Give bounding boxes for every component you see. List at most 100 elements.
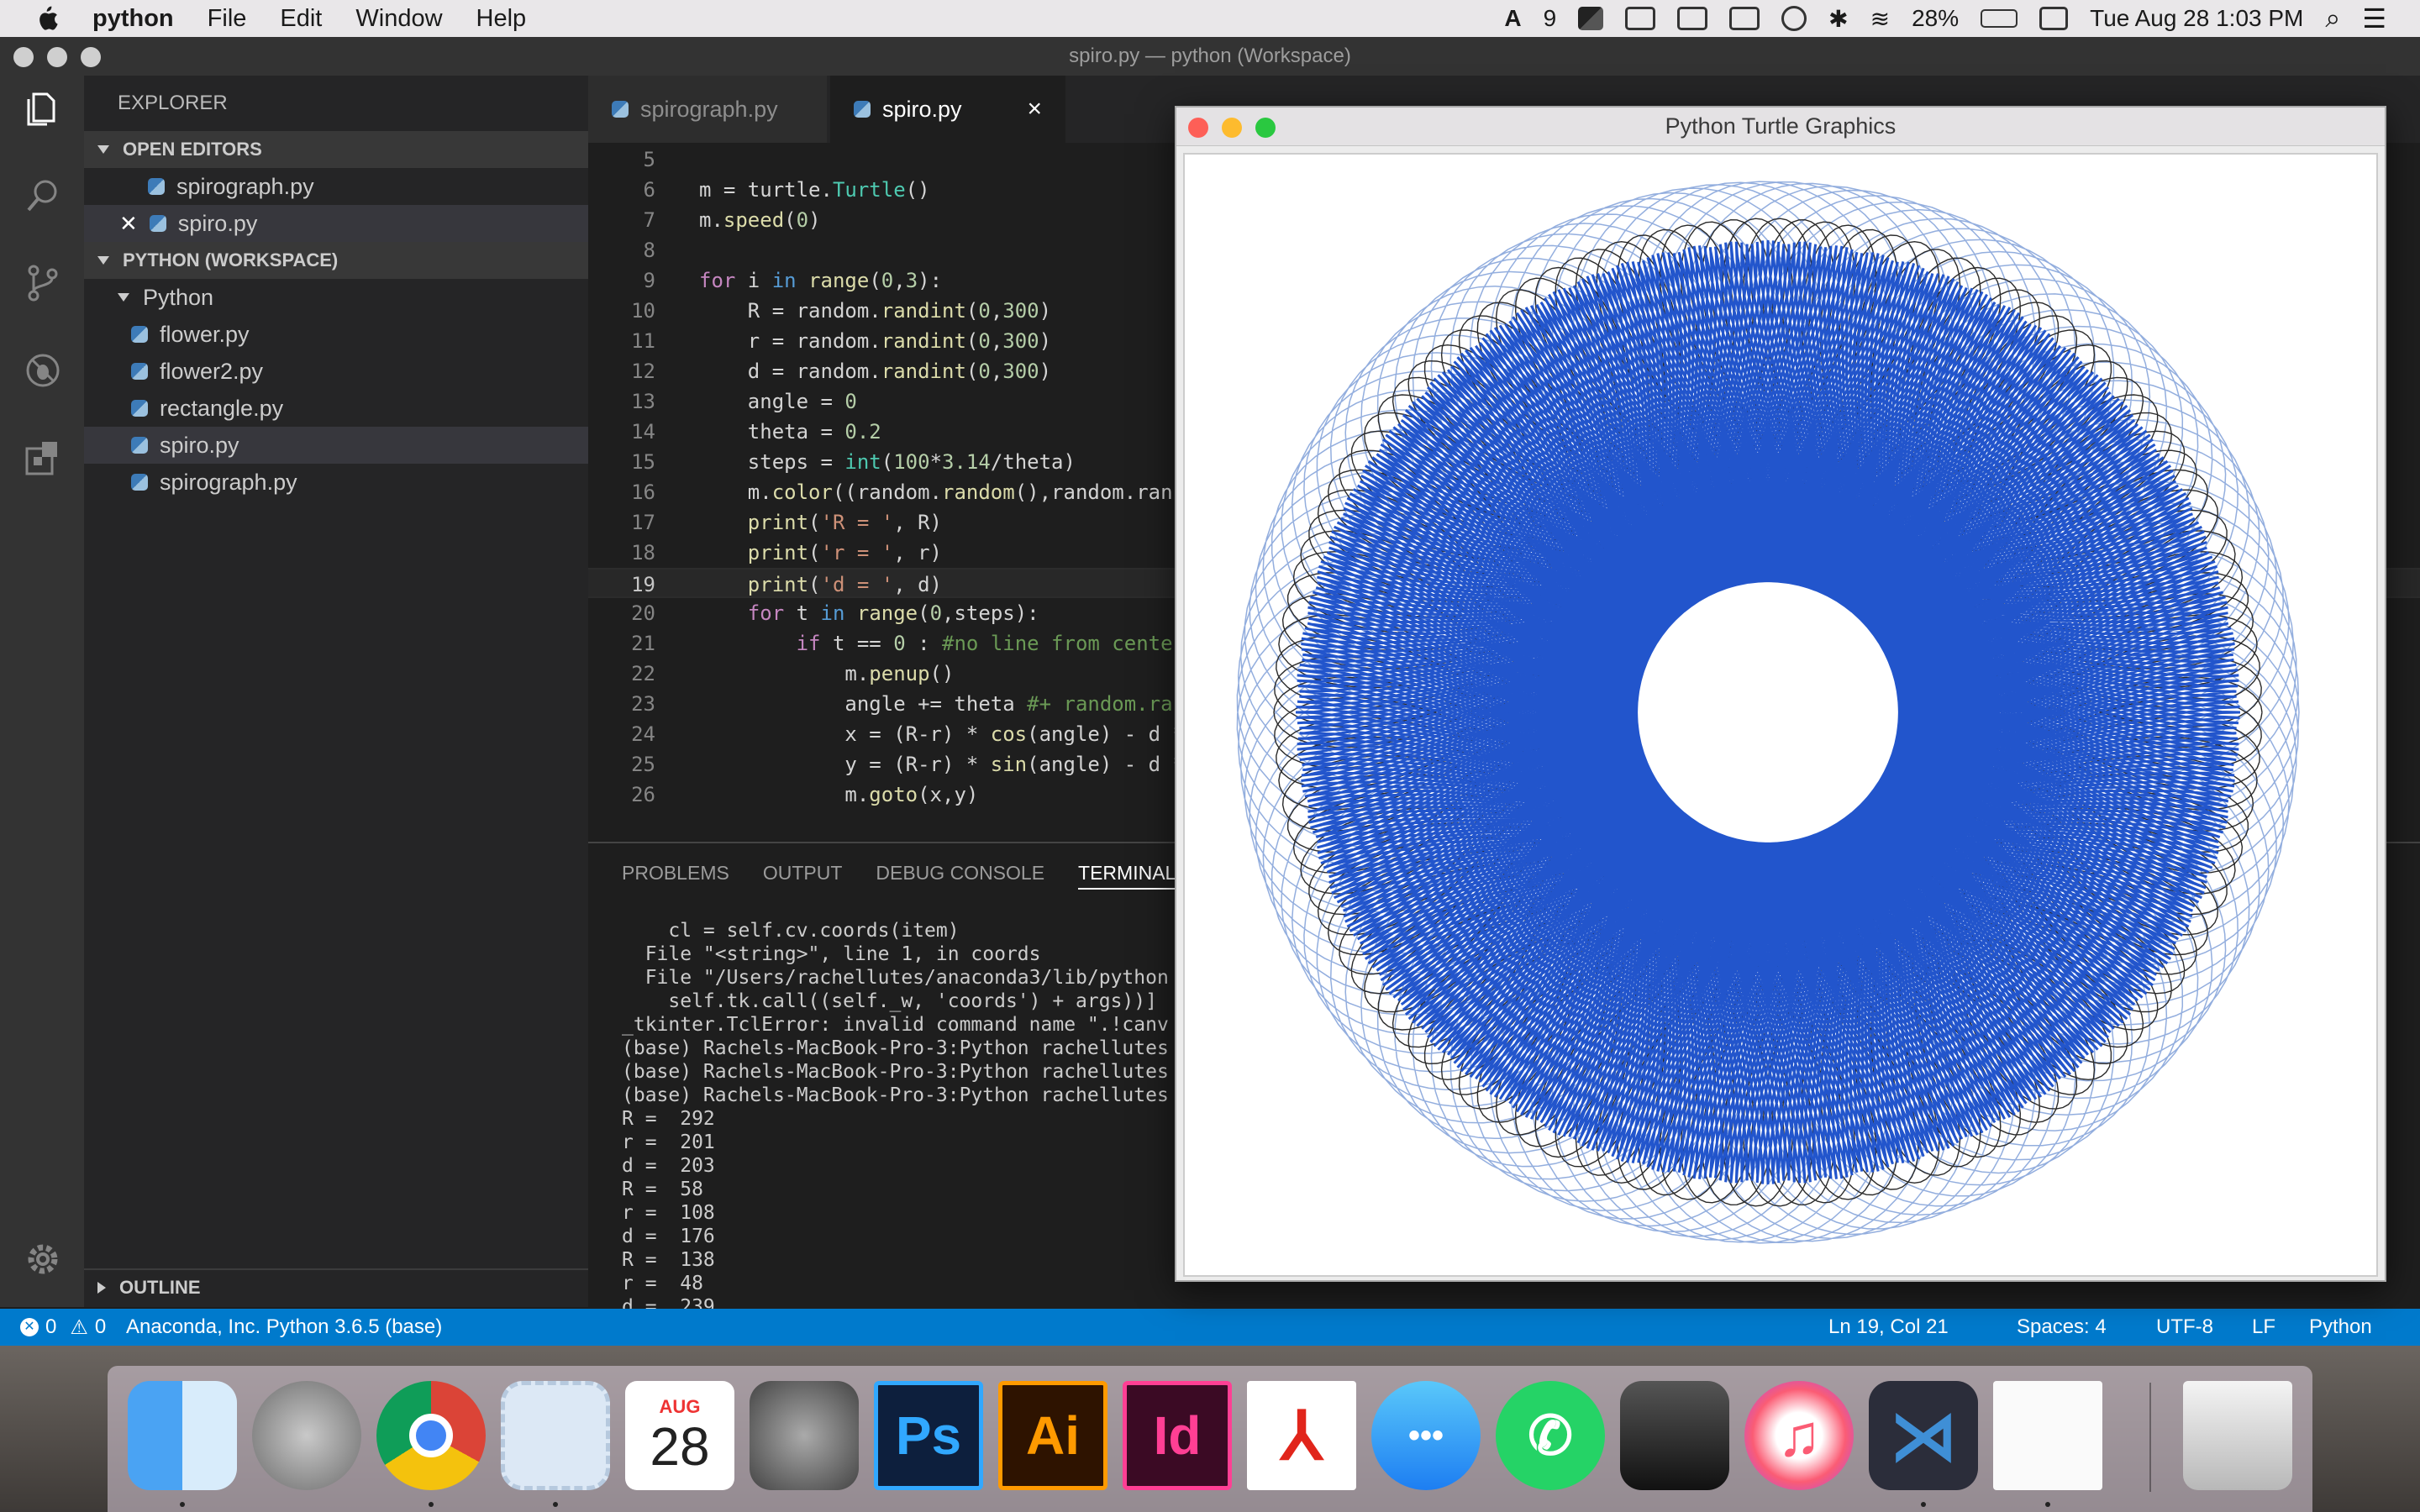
whatsapp-icon[interactable]: ✆ bbox=[1496, 1381, 1605, 1490]
tab-terminal[interactable]: TERMINAL bbox=[1078, 862, 1176, 890]
file-spirograph[interactable]: spirograph.py bbox=[84, 464, 588, 501]
python-file-icon bbox=[148, 178, 165, 195]
dropbox-icon[interactable] bbox=[1578, 7, 1604, 30]
problems-indicator[interactable]: ✕ 0 ⚠ 0 bbox=[20, 1309, 106, 1346]
python-file-icon bbox=[131, 400, 148, 417]
calendar-icon[interactable]: AUG 28 bbox=[625, 1381, 734, 1490]
photoshop-icon[interactable]: Ps bbox=[874, 1381, 983, 1490]
open-editor-spiro[interactable]: ✕ spiro.py bbox=[84, 205, 588, 242]
close-icon[interactable]: ✕ bbox=[119, 211, 138, 237]
menu-file[interactable]: File bbox=[208, 5, 247, 33]
python-file-icon bbox=[131, 474, 148, 491]
tab-spirograph[interactable]: spirograph.py bbox=[588, 76, 827, 143]
minimize-turtle-button[interactable] bbox=[1222, 118, 1242, 138]
close-tab-icon[interactable]: × bbox=[1027, 95, 1042, 123]
indentation[interactable]: Spaces: 4 bbox=[2017, 1309, 2107, 1346]
open-editors-section[interactable]: OPEN EDITORS bbox=[84, 131, 588, 168]
launchpad-icon[interactable] bbox=[252, 1381, 361, 1490]
menu-help[interactable]: Help bbox=[476, 5, 527, 33]
turtle-canvas[interactable] bbox=[1183, 153, 2378, 1277]
spirograph-drawing bbox=[1236, 181, 2300, 1244]
turtle-window-title: Python Turtle Graphics bbox=[1665, 113, 1897, 139]
open-editor-spirograph[interactable]: spirograph.py bbox=[84, 168, 588, 205]
wifi-icon[interactable]: ≋ bbox=[1870, 5, 1890, 33]
language-mode[interactable]: Python bbox=[2309, 1309, 2372, 1346]
illustrator-icon[interactable]: Ai bbox=[998, 1381, 1107, 1490]
menu-app-python[interactable]: python bbox=[92, 5, 174, 33]
explorer-header: EXPLORER bbox=[118, 92, 228, 114]
menu-window[interactable]: Window bbox=[355, 5, 442, 33]
mail-stamp-icon[interactable] bbox=[501, 1381, 610, 1490]
time-machine-icon[interactable] bbox=[1781, 6, 1807, 31]
zoom-window-button[interactable] bbox=[81, 47, 101, 67]
python-file-icon bbox=[612, 101, 629, 118]
battery-icon[interactable] bbox=[1981, 9, 2018, 28]
settings-gear-icon[interactable] bbox=[22, 1238, 64, 1280]
terminal-line: (base) Rachels-MacBook-Pro-3:Python rach… bbox=[622, 1061, 1169, 1083]
adobe-icon[interactable]: A bbox=[1504, 5, 1521, 32]
terminal-line: cl = self.cv.coords(item) bbox=[622, 920, 960, 942]
terminal-line: (base) Rachels-MacBook-Pro-3:Python rach… bbox=[622, 1084, 1169, 1106]
battery-percent: 28% bbox=[1912, 5, 1960, 31]
terminal-line: R = 58 bbox=[622, 1179, 703, 1200]
acrobat-icon[interactable]: ⅄ bbox=[1247, 1381, 1356, 1490]
explorer-sidebar: EXPLORER OPEN EDITORS spirograph.py ✕ spi… bbox=[84, 76, 588, 1307]
folder-python[interactable]: Python bbox=[84, 279, 588, 316]
clock[interactable]: Tue Aug 28 1:03 PM bbox=[2090, 5, 2303, 32]
system-preferences-icon[interactable] bbox=[750, 1381, 859, 1490]
tab-problems[interactable]: PROBLEMS bbox=[622, 862, 729, 890]
python-interpreter[interactable]: Anaconda, Inc. Python 3.6.5 (base) bbox=[126, 1309, 442, 1346]
terminal-line: r = 108 bbox=[622, 1202, 715, 1224]
messages-icon[interactable]: ••• bbox=[1371, 1381, 1481, 1490]
zoom-turtle-button[interactable] bbox=[1255, 118, 1276, 138]
bluetooth-icon[interactable]: ✱ bbox=[1828, 5, 1848, 33]
transfer-icon[interactable] bbox=[1677, 7, 1708, 30]
tab-spiro[interactable]: spiro.py × bbox=[830, 76, 1065, 143]
file-rectangle[interactable]: rectangle.py bbox=[84, 390, 588, 427]
file-spiro[interactable]: spiro.py bbox=[84, 427, 588, 464]
activity-bar bbox=[0, 76, 84, 1307]
collapsed-icon bbox=[97, 1282, 106, 1294]
search-icon[interactable] bbox=[22, 175, 64, 217]
tab-output[interactable]: OUTPUT bbox=[763, 862, 843, 890]
title-bar: spiro.py — python (Workspace) bbox=[0, 37, 2420, 76]
python-file-icon bbox=[131, 326, 148, 343]
file-flower2[interactable]: flower2.py bbox=[84, 353, 588, 390]
file-flower[interactable]: flower.py bbox=[84, 316, 588, 353]
explorer-icon[interactable] bbox=[22, 87, 64, 129]
menu-edit[interactable]: Edit bbox=[280, 5, 322, 33]
source-control-icon[interactable] bbox=[22, 262, 64, 304]
vscode-icon[interactable]: ⋊ bbox=[1869, 1381, 1978, 1490]
turtle-window: Python Turtle Graphics bbox=[1175, 106, 2386, 1282]
itunes-icon[interactable]: ♫ bbox=[1744, 1381, 1854, 1490]
chrome-icon[interactable] bbox=[376, 1381, 486, 1490]
minimize-window-button[interactable] bbox=[47, 47, 67, 67]
indesign-icon[interactable]: Id bbox=[1123, 1381, 1232, 1490]
keyboard-icon[interactable] bbox=[2039, 7, 2069, 30]
rhino-icon[interactable] bbox=[1620, 1381, 1729, 1490]
turtle-title-bar: Python Turtle Graphics bbox=[1176, 108, 2385, 146]
trash-icon[interactable] bbox=[2183, 1381, 2292, 1490]
encoding[interactable]: UTF-8 bbox=[2156, 1309, 2213, 1346]
error-icon: ✕ bbox=[20, 1318, 39, 1336]
document-icon[interactable] bbox=[1993, 1381, 2102, 1490]
cursor-position[interactable]: Ln 19, Col 21 bbox=[1828, 1309, 1949, 1346]
finder-icon[interactable] bbox=[128, 1381, 237, 1490]
workspace-section[interactable]: PYTHON (WORKSPACE) bbox=[84, 242, 588, 279]
apple-icon[interactable] bbox=[34, 5, 59, 32]
tab-debug-console[interactable]: DEBUG CONSOLE bbox=[876, 862, 1044, 890]
display-icon[interactable] bbox=[1729, 7, 1760, 30]
extensions-icon[interactable] bbox=[22, 437, 64, 479]
terminal-line: File "/Users/rachellutes/anaconda3/lib/p… bbox=[622, 967, 1169, 989]
running-indicator bbox=[2045, 1502, 2050, 1507]
close-turtle-button[interactable] bbox=[1188, 118, 1208, 138]
close-window-button[interactable] bbox=[13, 47, 34, 67]
adobe-cc-icon[interactable] bbox=[1625, 7, 1656, 30]
notification-center-icon[interactable]: ☰ bbox=[2362, 3, 2386, 34]
debug-icon[interactable] bbox=[22, 349, 64, 391]
warning-count: 0 bbox=[94, 1315, 107, 1338]
running-indicator bbox=[1921, 1502, 1926, 1507]
outline-section[interactable]: OUTLINE bbox=[84, 1268, 588, 1305]
line-ending[interactable]: LF bbox=[2252, 1309, 2275, 1346]
spotlight-icon[interactable]: ⌕ bbox=[2325, 3, 2340, 34]
